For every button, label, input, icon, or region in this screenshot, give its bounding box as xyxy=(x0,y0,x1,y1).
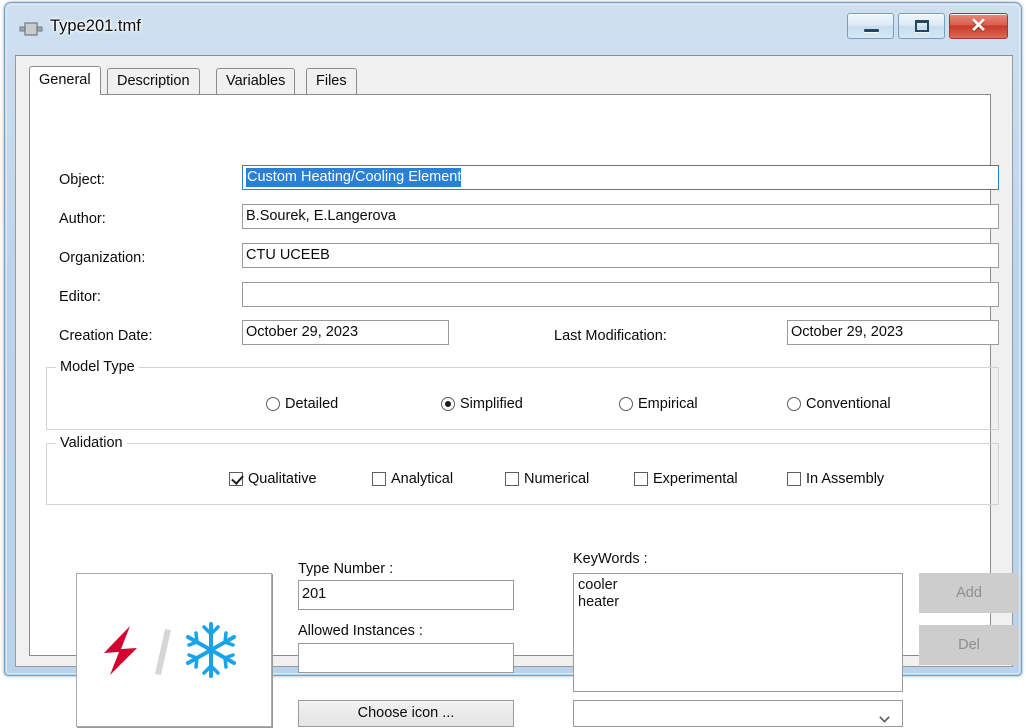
tab-description[interactable]: Description xyxy=(107,68,200,94)
validation-group: Validation Qualitative Analytical Numeri… xyxy=(46,435,999,505)
lightning-bolt-icon xyxy=(104,626,137,675)
checkbox-qualitative-label: Qualitative xyxy=(248,471,317,487)
checkbox-qualitative[interactable]: Qualitative xyxy=(229,471,317,487)
maximize-button[interactable] xyxy=(898,13,945,39)
window-titlebar[interactable]: Type201.tmf ✕ xyxy=(5,3,1021,57)
editor-input[interactable] xyxy=(242,282,999,307)
object-label: Object: xyxy=(59,172,105,188)
organization-label: Organization: xyxy=(59,250,146,266)
organization-input[interactable]: CTU UCEEB xyxy=(242,243,999,268)
radio-conventional-label: Conventional xyxy=(806,396,891,412)
general-tab-panel: Object: Custom Heating/Cooling Element A… xyxy=(29,94,1019,727)
creation-date-input[interactable]: October 29, 2023 xyxy=(242,320,449,345)
tab-variables[interactable]: Variables xyxy=(216,68,296,94)
keyword-item[interactable]: cooler xyxy=(578,577,898,594)
tab-strip: General Description Variables Files xyxy=(29,66,989,95)
checkbox-numerical-label: Numerical xyxy=(524,471,590,487)
author-input[interactable]: B.Sourek, E.Langerova xyxy=(242,204,999,229)
checkbox-qualitative-indicator xyxy=(229,472,243,486)
editor-label: Editor: xyxy=(59,289,101,305)
checkbox-in-assembly-label: In Assembly xyxy=(806,471,885,487)
model-type-group: Model Type Detailed Simplified Empirical xyxy=(46,359,999,430)
radio-empirical-label: Empirical xyxy=(638,396,698,412)
author-label: Author: xyxy=(59,211,106,227)
checkbox-in-assembly[interactable]: In Assembly xyxy=(787,471,884,487)
tab-general[interactable]: General xyxy=(29,66,101,95)
allowed-instances-label: Allowed Instances : xyxy=(298,623,423,639)
chevron-down-icon xyxy=(879,710,890,723)
checkbox-experimental-indicator xyxy=(634,472,648,486)
application-window: Type201.tmf ✕ General Description Variab… xyxy=(4,2,1022,727)
tab-files[interactable]: Files xyxy=(306,68,357,94)
radio-simplified-indicator xyxy=(441,397,455,411)
radio-empirical-indicator xyxy=(619,397,633,411)
trnsys-type-icon xyxy=(19,21,43,37)
checkbox-numerical-indicator xyxy=(505,472,519,486)
radio-detailed-indicator xyxy=(266,397,280,411)
minimize-button[interactable] xyxy=(847,13,894,39)
checkbox-analytical-indicator xyxy=(372,472,386,486)
last-modification-label: Last Modification: xyxy=(554,328,667,344)
object-input-value: Custom Heating/Cooling Element xyxy=(246,168,462,187)
model-type-title: Model Type xyxy=(56,359,139,375)
keywords-list[interactable]: cooler heater xyxy=(573,573,903,692)
radio-conventional[interactable]: Conventional xyxy=(787,396,891,412)
maximize-icon xyxy=(914,20,929,32)
radio-empirical[interactable]: Empirical xyxy=(619,396,698,412)
keyword-item[interactable]: heater xyxy=(578,594,898,611)
allowed-instances-input[interactable] xyxy=(298,643,514,673)
checkbox-in-assembly-indicator xyxy=(787,472,801,486)
close-icon: ✕ xyxy=(970,15,987,37)
checkbox-analytical[interactable]: Analytical xyxy=(372,471,453,487)
checkbox-experimental[interactable]: Experimental xyxy=(634,471,738,487)
choose-icon-button[interactable]: Choose icon ... xyxy=(298,700,514,727)
radio-conventional-indicator xyxy=(787,397,801,411)
radio-detailed-label: Detailed xyxy=(285,396,339,412)
minimize-icon xyxy=(863,29,879,32)
type-icon-artwork xyxy=(99,620,249,680)
creation-date-label: Creation Date: xyxy=(59,328,153,344)
type-number-label: Type Number : xyxy=(298,561,394,577)
validation-title: Validation xyxy=(56,435,127,451)
add-keyword-button[interactable]: Add xyxy=(919,573,1019,613)
radio-simplified[interactable]: Simplified xyxy=(441,396,523,412)
del-keyword-button[interactable]: Del xyxy=(919,625,1019,665)
snowflake-icon xyxy=(186,622,236,678)
keywords-label: KeyWords : xyxy=(573,551,648,567)
keywords-combo[interactable] xyxy=(573,700,903,727)
checkbox-experimental-label: Experimental xyxy=(653,471,738,487)
checkbox-numerical[interactable]: Numerical xyxy=(505,471,589,487)
radio-simplified-label: Simplified xyxy=(460,396,523,412)
object-input[interactable]: Custom Heating/Cooling Element xyxy=(242,165,999,190)
type-number-input[interactable]: 201 xyxy=(298,580,514,610)
dialog-body: General Description Variables Files Obje… xyxy=(16,56,1019,727)
window-title: Type201.tmf xyxy=(50,17,141,35)
checkbox-analytical-label: Analytical xyxy=(391,471,454,487)
window-client-area: General Description Variables Files Obje… xyxy=(15,55,1019,727)
last-modification-input[interactable]: October 29, 2023 xyxy=(787,320,999,345)
slash-divider-icon xyxy=(155,629,171,675)
radio-detailed[interactable]: Detailed xyxy=(266,396,338,412)
icon-preview-box[interactable] xyxy=(76,573,272,727)
close-button[interactable]: ✕ xyxy=(949,13,1008,39)
